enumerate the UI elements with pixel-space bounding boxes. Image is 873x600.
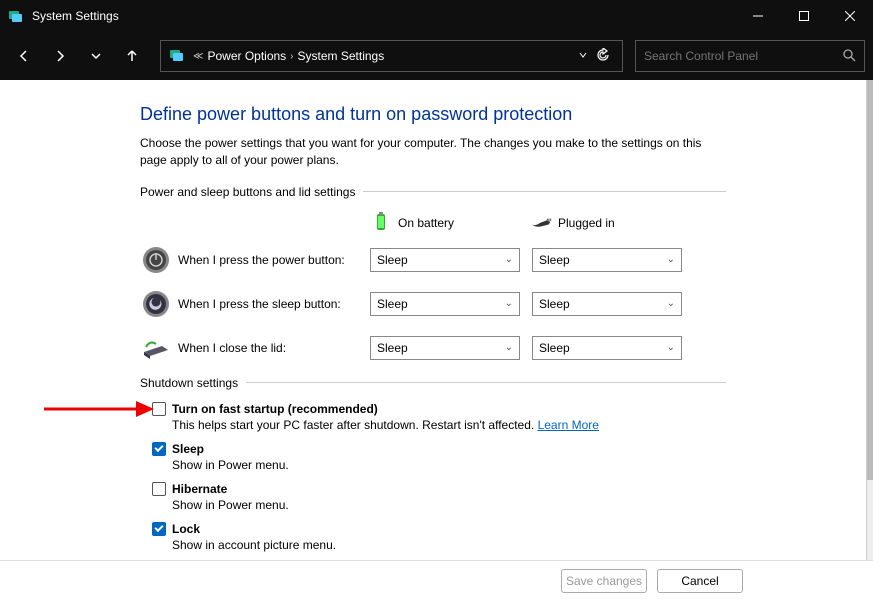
sleep-checkbox[interactable] <box>152 442 166 456</box>
sleep-button-battery-select[interactable]: Sleep⌄ <box>370 292 520 316</box>
sleep-button-row: When I press the sleep button: Sleep⌄ Sl… <box>140 288 726 320</box>
divider <box>246 382 726 383</box>
checkbox-label: Lock <box>172 522 200 536</box>
checkbox-desc: Show in Power menu. <box>172 458 726 472</box>
minimize-button[interactable] <box>735 0 781 32</box>
column-headers: On battery Plugged in <box>370 211 726 236</box>
sleep-button-icon <box>140 288 172 320</box>
checkbox-desc: Show in Power menu. <box>172 498 726 512</box>
row-label: When I press the power button: <box>178 253 370 267</box>
chevron-icon: ≪ <box>193 51 203 62</box>
checkbox-label: Turn on fast startup (recommended) <box>172 402 378 416</box>
page-heading: Define power buttons and turn on passwor… <box>140 104 726 125</box>
battery-icon <box>370 211 392 236</box>
fast-startup-option: Turn on fast startup (recommended) This … <box>152 402 726 432</box>
titlebar: System Settings <box>0 0 873 32</box>
app-icon <box>8 8 24 24</box>
chevron-down-icon: ⌄ <box>667 254 675 265</box>
chevron-down-icon: ⌄ <box>505 298 513 309</box>
search-input[interactable] <box>644 49 842 63</box>
breadcrumb-part[interactable]: System Settings <box>298 49 385 63</box>
checkbox-desc: This helps start your PC faster after sh… <box>172 418 726 432</box>
content: Define power buttons and turn on passwor… <box>0 80 866 560</box>
hibernate-option: Hibernate Show in Power menu. <box>152 482 726 512</box>
maximize-button[interactable] <box>781 0 827 32</box>
lid-row: When I close the lid: Sleep⌄ Sleep⌄ <box>140 332 726 364</box>
recent-button[interactable] <box>80 40 112 72</box>
plug-icon <box>530 211 552 236</box>
section-header: Shutdown settings <box>140 376 726 390</box>
window-title: System Settings <box>32 9 735 23</box>
close-button[interactable] <box>827 0 873 32</box>
search-icon[interactable] <box>842 48 856 65</box>
nav-toolbar: ≪ Power Options › System Settings <box>0 32 873 80</box>
breadcrumb[interactable]: ≪ Power Options › System Settings <box>160 40 623 72</box>
section-title: Power and sleep buttons and lid settings <box>140 185 355 199</box>
cancel-button[interactable]: Cancel <box>657 569 743 593</box>
chevron-down-icon: ⌄ <box>667 298 675 309</box>
fast-startup-checkbox[interactable] <box>152 402 166 416</box>
section-title: Shutdown settings <box>140 376 238 390</box>
row-label: When I press the sleep button: <box>178 297 370 311</box>
chevron-right-icon: › <box>290 51 293 62</box>
power-button-battery-select[interactable]: Sleep⌄ <box>370 248 520 272</box>
chevron-down-icon: ⌄ <box>505 342 513 353</box>
forward-button[interactable] <box>44 40 76 72</box>
chevron-down-icon: ⌄ <box>505 254 513 265</box>
learn-more-link[interactable]: Learn More <box>538 418 599 432</box>
back-button[interactable] <box>8 40 40 72</box>
breadcrumb-icon <box>169 47 185 66</box>
scrollbar-thumb[interactable] <box>867 80 873 480</box>
save-changes-button[interactable]: Save changes <box>561 569 647 593</box>
page-intro: Choose the power settings that you want … <box>140 135 726 169</box>
lid-icon <box>140 332 172 364</box>
search-box[interactable] <box>635 40 865 72</box>
checkbox-label: Hibernate <box>172 482 227 496</box>
power-button-plugged-select[interactable]: Sleep⌄ <box>532 248 682 272</box>
col-plugged-label: Plugged in <box>558 216 615 230</box>
lock-checkbox[interactable] <box>152 522 166 536</box>
lock-option: Lock Show in account picture menu. <box>152 522 726 552</box>
power-button-row: When I press the power button: Sleep⌄ Sl… <box>140 244 726 276</box>
footer: Save changes Cancel <box>0 560 873 600</box>
lid-battery-select[interactable]: Sleep⌄ <box>370 336 520 360</box>
chevron-down-icon: ⌄ <box>667 342 675 353</box>
row-label: When I close the lid: <box>178 341 370 355</box>
divider <box>363 191 726 192</box>
sleep-button-plugged-select[interactable]: Sleep⌄ <box>532 292 682 316</box>
section-header: Power and sleep buttons and lid settings <box>140 185 726 199</box>
content-scroll[interactable]: Define power buttons and turn on passwor… <box>0 80 867 560</box>
hibernate-checkbox[interactable] <box>152 482 166 496</box>
checkbox-desc: Show in account picture menu. <box>172 538 726 552</box>
checkbox-label: Sleep <box>172 442 204 456</box>
shutdown-settings: Turn on fast startup (recommended) This … <box>152 402 726 552</box>
up-button[interactable] <box>116 40 148 72</box>
chevron-down-icon[interactable] <box>578 49 588 63</box>
col-battery-label: On battery <box>398 216 454 230</box>
breadcrumb-part[interactable]: Power Options <box>207 49 286 63</box>
power-button-icon <box>140 244 172 276</box>
refresh-button[interactable] <box>596 48 610 65</box>
lid-plugged-select[interactable]: Sleep⌄ <box>532 336 682 360</box>
sleep-option: Sleep Show in Power menu. <box>152 442 726 472</box>
